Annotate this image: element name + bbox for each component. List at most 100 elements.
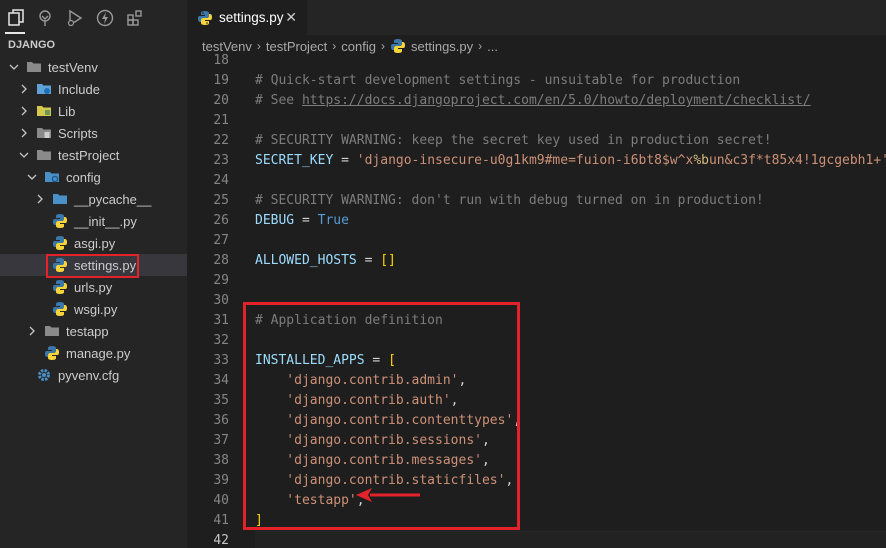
folder-icon: [26, 59, 42, 75]
tree-item-label: __init__.py: [74, 213, 137, 229]
tree-item-pycache[interactable]: __pycache__: [0, 188, 187, 210]
line-number: 33: [213, 353, 229, 368]
tree-item-testproject[interactable]: testProject: [0, 144, 187, 166]
code-line[interactable]: 42: [187, 531, 886, 548]
tree-item-label: urls.py: [74, 279, 113, 295]
line-number: 32: [213, 333, 229, 348]
tree-item-asgi-py[interactable]: asgi.py: [0, 232, 187, 254]
code-token: un&c3f*t85x4!1gcgebh1+': [708, 153, 886, 168]
code-text: # See https://docs.djangoproject.com/en/…: [255, 91, 811, 111]
chevron-down-icon[interactable]: [26, 171, 38, 183]
tree-item-label: testVenv: [48, 59, 98, 75]
chevron-right-icon[interactable]: [34, 193, 46, 205]
line-number: 42: [213, 533, 229, 548]
code-line[interactable]: 20 # See https://docs.djangoproject.com/e…: [187, 91, 886, 111]
settings-highlight-box: [46, 254, 139, 278]
code-token: =: [333, 153, 357, 168]
line-number: 40: [213, 493, 229, 508]
tab-label: settings.py: [219, 10, 284, 25]
line-number: 37: [213, 433, 229, 448]
run-debug-icon[interactable]: [65, 8, 85, 28]
line-number: 34: [213, 373, 229, 388]
code-line[interactable]: 18: [187, 51, 886, 71]
folder-icon: [44, 323, 60, 339]
line-number: 26: [213, 213, 229, 228]
code-token: =: [356, 253, 381, 268]
tree-item-include[interactable]: Include: [0, 78, 187, 100]
code-line[interactable]: 29: [187, 271, 886, 291]
tree-item-label: pyvenv.cfg: [58, 367, 120, 383]
extensions-icon[interactable]: [125, 8, 145, 28]
current-line-highlight: [255, 531, 886, 548]
code-token: 'django-insecure-u0g1km9#me=fuion-i6bt8$…: [356, 153, 694, 168]
python-file-icon: [52, 279, 68, 295]
chevron-right-icon[interactable]: [18, 83, 30, 95]
code-line[interactable]: 28 ALLOWED_HOSTS = []: [187, 251, 886, 271]
line-number: 19: [213, 73, 229, 88]
source-control-icon[interactable]: [35, 8, 55, 28]
activity-bar: [0, 0, 187, 36]
chevron-right-icon[interactable]: [18, 105, 30, 117]
tree-item-label: config: [66, 169, 101, 185]
line-number: 41: [213, 513, 229, 528]
code-line[interactable]: 21: [187, 111, 886, 131]
code-line[interactable]: 27: [187, 231, 886, 251]
tree-item-init-py[interactable]: __init__.py: [0, 210, 187, 232]
line-number: 22: [213, 133, 229, 148]
tree-item-scripts[interactable]: Scripts: [0, 122, 187, 144]
tree-item-label: wsgi.py: [74, 301, 118, 317]
tree-item-manage-py[interactable]: manage.py: [0, 342, 187, 364]
code-line[interactable]: 19 # Quick-start development settings - u…: [187, 71, 886, 91]
code-line[interactable]: 24: [187, 171, 886, 191]
tab-settings[interactable]: settings.py ✕: [187, 0, 307, 35]
code-token: =: [294, 213, 318, 228]
sidebar: DJANGO testVenv Include Lib Scripts testProj…: [0, 0, 187, 548]
close-icon[interactable]: ✕: [285, 9, 297, 26]
code-token: SECRET_KEY: [255, 153, 334, 168]
code-text: SECRET_KEY = 'django-insecure-u0g1km9#me…: [255, 151, 886, 171]
line-number: 20: [213, 93, 229, 108]
explorer-title: DJANGO: [8, 39, 56, 51]
tree-item-wsgi-py[interactable]: wsgi.py: [0, 298, 187, 320]
chevron-down-icon[interactable]: [18, 149, 30, 161]
code-text: # SECURITY WARNING: don't run with debug…: [255, 191, 764, 211]
code-line[interactable]: 23 SECRET_KEY = 'django-insecure-u0g1km9#…: [187, 151, 886, 171]
chevron-right-icon[interactable]: [26, 325, 38, 337]
tree-item-label: Include: [58, 81, 100, 97]
line-number: 21: [213, 113, 229, 128]
code-token: # SECURITY WARNING: don't run with debug…: [255, 193, 764, 208]
tree-item-pyvenv-cfg[interactable]: pyvenv.cfg: [0, 364, 187, 386]
line-number: 36: [213, 413, 229, 428]
code-text: # SECURITY WARNING: keep the secret key …: [255, 131, 772, 151]
code-text: DEBUG = True: [255, 211, 349, 231]
arrow-icon: [356, 488, 420, 502]
folder-icon: [52, 191, 68, 207]
tree-item-label: testapp: [66, 323, 109, 339]
folder-icon: [36, 125, 52, 141]
line-number: 18: [213, 53, 229, 68]
tree-item-label: asgi.py: [74, 235, 116, 251]
line-number: 30: [213, 293, 229, 308]
tree-item-lib[interactable]: Lib: [0, 100, 187, 122]
folder-icon: [36, 81, 52, 97]
files-icon[interactable]: [6, 8, 26, 28]
tree-item-config[interactable]: config: [0, 166, 187, 188]
line-number: 39: [213, 473, 229, 488]
code-token[interactable]: https://docs.djangoproject.com/en/5.0/ho…: [302, 93, 811, 108]
chevron-down-icon[interactable]: [8, 61, 20, 73]
code-line[interactable]: 26 DEBUG = True: [187, 211, 886, 231]
tree-item-urls-py[interactable]: urls.py: [0, 276, 187, 298]
chevron-right-icon[interactable]: [18, 127, 30, 139]
code-text: # Quick-start development settings - uns…: [255, 71, 740, 91]
python-file-icon: [52, 235, 68, 251]
line-number: 29: [213, 273, 229, 288]
tree-item-label: __pycache__: [74, 191, 152, 207]
lightning-icon[interactable]: [95, 8, 115, 28]
code-line[interactable]: 25 # SECURITY WARNING: don't run with deb…: [187, 191, 886, 211]
tree-item-testvenv[interactable]: testVenv: [0, 56, 187, 78]
code-line[interactable]: 22 # SECURITY WARNING: keep the secret ke…: [187, 131, 886, 151]
code-token: # SECURITY WARNING: keep the secret key …: [255, 133, 772, 148]
python-file-icon: [44, 345, 60, 361]
python-file-icon: [52, 213, 68, 229]
tree-item-testapp[interactable]: testapp: [0, 320, 187, 342]
